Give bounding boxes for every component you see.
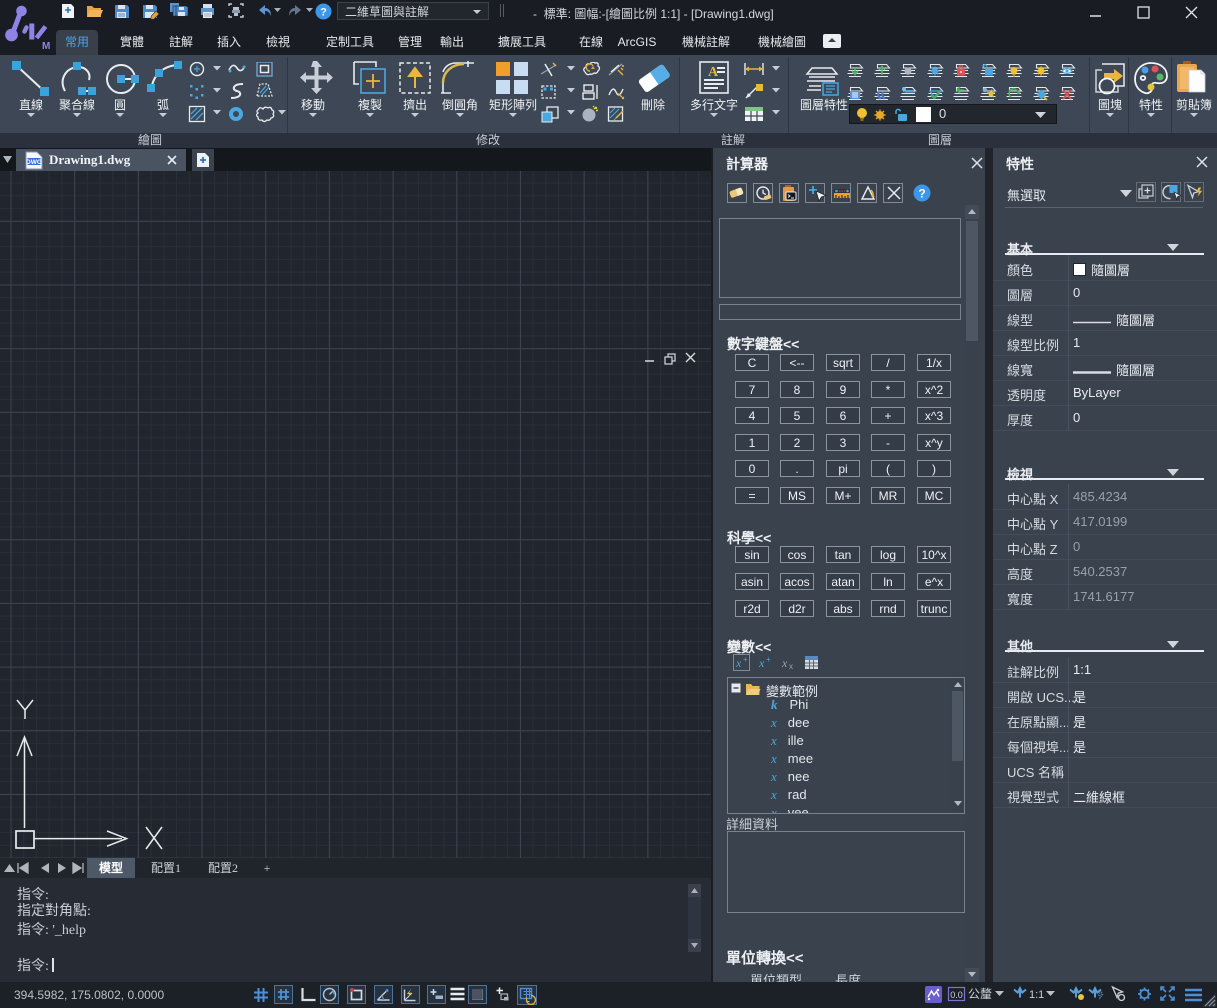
svg-text:x: x (758, 656, 765, 670)
svg-text:DWG: DWG (26, 159, 42, 166)
svg-text:x: x (789, 662, 793, 671)
svg-text:+: + (766, 655, 771, 664)
svg-text:M: M (42, 41, 50, 52)
svg-text:?: ? (320, 7, 327, 19)
svg-text:+: + (743, 655, 748, 664)
svg-text:0.0: 0.0 (950, 990, 963, 1000)
svg-text:公釐: 公釐 (968, 986, 992, 1001)
svg-text:1:1: 1:1 (1029, 989, 1044, 1001)
svg-text:?: ? (918, 187, 925, 201)
svg-text:x: x (781, 656, 788, 670)
svg-text:x: x (735, 656, 742, 670)
